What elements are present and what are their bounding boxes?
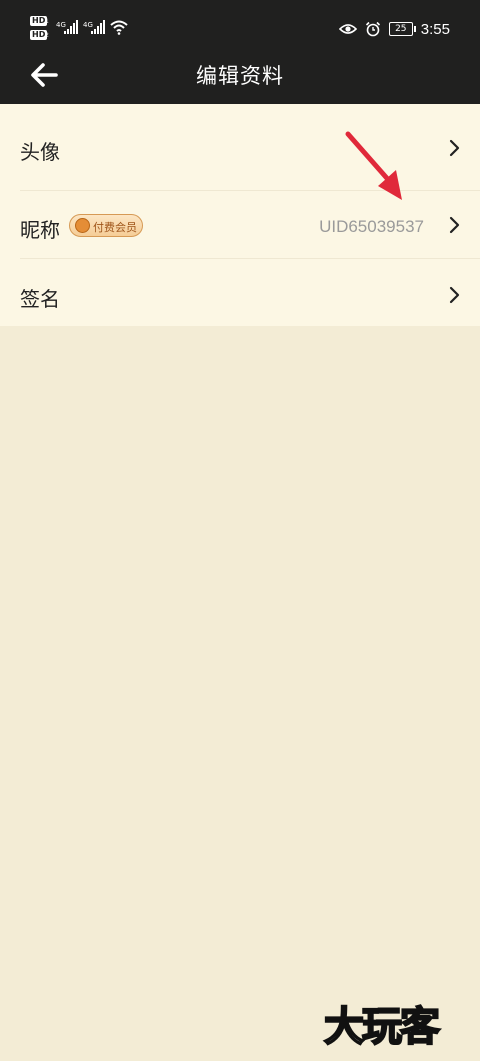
signal-icon-2 bbox=[91, 20, 105, 34]
battery-icon: 25 bbox=[388, 22, 416, 36]
signature-label: 签名 bbox=[20, 287, 60, 311]
signature-row[interactable]: 签名 bbox=[0, 259, 480, 326]
nickname-label: 昵称 bbox=[20, 218, 60, 242]
vip-badge: 付费会员 bbox=[69, 214, 143, 237]
network-status: HD 1 HD 2 4G 4G bbox=[30, 14, 140, 44]
eye-icon bbox=[338, 24, 357, 34]
watermark-text: 大玩客 bbox=[323, 1003, 441, 1051]
clock: 3:55 bbox=[420, 20, 450, 38]
alarm-icon bbox=[365, 21, 380, 37]
red-arrow-icon bbox=[345, 131, 402, 200]
medal-icon bbox=[75, 218, 90, 233]
signal-icon bbox=[64, 20, 78, 34]
user-id: UID65039537 bbox=[319, 217, 424, 236]
avatar-label: 头像 bbox=[20, 140, 60, 164]
vip-badge-label: 付费会员 bbox=[93, 221, 137, 234]
watermark: 大玩客 bbox=[323, 1000, 474, 1056]
top-bar: HD 1 HD 2 4G 4G 25 3:55 编辑资料 bbox=[0, 0, 480, 104]
wifi-icon bbox=[110, 20, 128, 35]
sim2-slot: 2 bbox=[45, 32, 49, 39]
chevron-right-icon bbox=[449, 216, 460, 234]
page-title: 编辑资料 bbox=[196, 64, 284, 88]
sim1-slot: 1 bbox=[45, 18, 49, 25]
status-bar: HD 1 HD 2 4G 4G 25 3:55 bbox=[0, 0, 480, 56]
battery-level: 25 bbox=[395, 24, 407, 34]
chevron-right-icon bbox=[449, 139, 460, 157]
system-status: 25 3:55 bbox=[338, 18, 450, 40]
chevron-right-icon bbox=[449, 286, 460, 304]
